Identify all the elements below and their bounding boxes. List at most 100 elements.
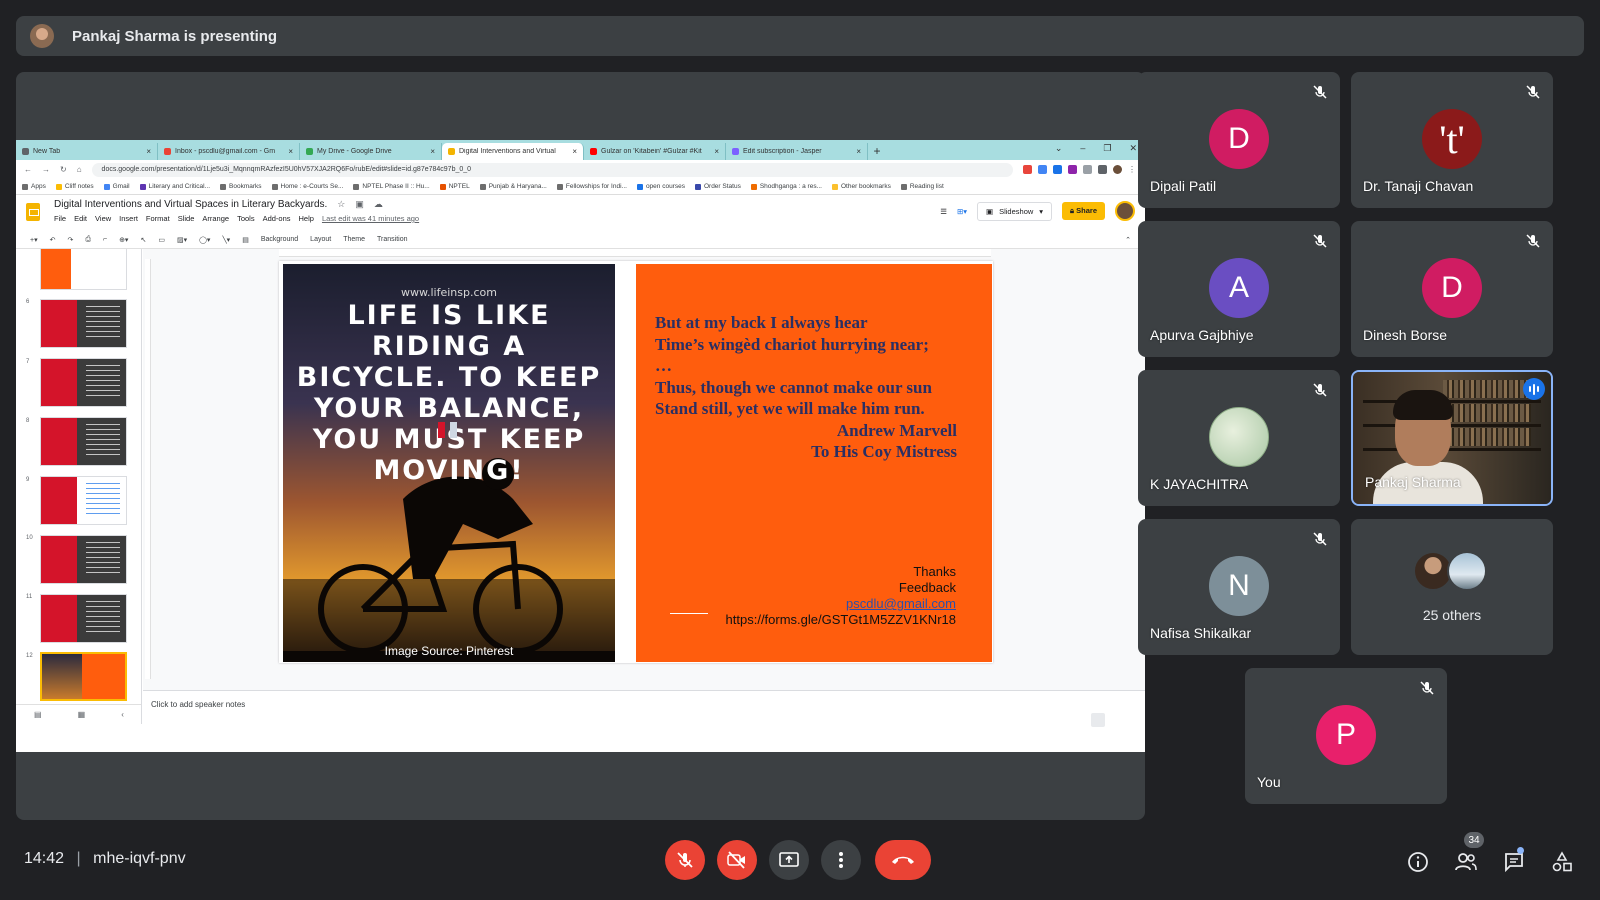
collapse-icon[interactable]: ⌃ (1125, 236, 1131, 244)
close-tab-icon[interactable]: × (714, 147, 719, 156)
restore-icon[interactable]: ❐ (1103, 143, 1111, 154)
paint-format-icon[interactable]: ⌐ (103, 236, 107, 243)
slide-thumbnail[interactable] (40, 594, 127, 643)
extension-icon[interactable] (1083, 165, 1092, 174)
profile-icon[interactable] (1113, 165, 1122, 174)
move-folder-icon[interactable]: ▣ (355, 199, 364, 210)
slide-thumbnail[interactable] (40, 476, 127, 525)
self-tile[interactable]: P You (1245, 668, 1447, 804)
menu-format[interactable]: Format (146, 214, 170, 223)
close-tab-icon[interactable]: × (430, 147, 435, 156)
bookmark-item[interactable]: Apps (22, 183, 46, 190)
star-icon[interactable]: ☆ (337, 199, 345, 210)
bookmark-item[interactable]: NPTEL (439, 183, 470, 190)
bookmark-item[interactable]: Order Status (694, 183, 741, 190)
bookmark-item[interactable]: Fellowships for Indi... (556, 183, 627, 190)
new-tab-button[interactable]: + (868, 143, 886, 160)
slide-thumbnail[interactable] (40, 358, 127, 407)
slide-thumbnail[interactable] (40, 417, 127, 466)
people-button[interactable] (1454, 850, 1478, 874)
document-title[interactable]: Digital Interventions and Virtual Spaces… (54, 199, 327, 210)
bookmark-item[interactable]: Other bookmarks (831, 183, 891, 190)
slideshow-button[interactable]: ▣ Slideshow ▾ (977, 201, 1053, 221)
participant-tile[interactable]: A Apurva Gajbhiye (1138, 221, 1340, 357)
slide-thumbnail[interactable] (40, 299, 127, 348)
transition-button[interactable]: Transition (377, 236, 407, 243)
background-button[interactable]: Background (261, 236, 298, 243)
grid-view-icon[interactable]: ▦ (78, 710, 86, 719)
puzzle-icon[interactable] (1098, 165, 1107, 174)
last-edit-link[interactable]: Last edit was 41 minutes ago (322, 214, 419, 223)
bookmark-item[interactable]: open courses (636, 183, 685, 190)
meeting-details-button[interactable] (1406, 850, 1430, 874)
bookmark-item[interactable]: Home : e-Courts Se... (271, 183, 343, 190)
present-options-icon[interactable]: ⊞▾ (957, 207, 967, 216)
slide-thumbnail[interactable] (40, 535, 127, 584)
menu-help[interactable]: Help (299, 214, 314, 223)
back-icon[interactable]: ← (24, 165, 32, 174)
menu-insert[interactable]: Insert (119, 214, 138, 223)
menu-tools[interactable]: Tools (237, 214, 255, 223)
select-icon[interactable]: ↖ (140, 236, 146, 244)
close-tab-icon[interactable]: × (572, 147, 577, 156)
extension-icon[interactable] (1038, 165, 1047, 174)
bookmark-item[interactable]: Reading list (900, 183, 944, 190)
menu-slide[interactable]: Slide (178, 214, 195, 223)
present-screen-button[interactable] (769, 840, 809, 880)
activities-button[interactable] (1550, 850, 1574, 874)
menu-arrange[interactable]: Arrange (202, 214, 229, 223)
minimize-icon[interactable]: – (1080, 143, 1085, 154)
others-tile[interactable]: 25 others (1351, 519, 1553, 655)
current-slide[interactable]: www.lifeinsp.com LIFE IS LIKE RIDING A B… (279, 261, 993, 663)
redo-icon[interactable]: ↷ (67, 236, 73, 244)
print-icon[interactable]: ⎙ (85, 236, 91, 244)
textbox-icon[interactable]: ▭ (158, 236, 165, 244)
speaker-notes[interactable]: Click to add speaker notes (143, 690, 1145, 727)
menu-view[interactable]: View (95, 214, 111, 223)
share-button[interactable]: 🔒︎ Share (1062, 202, 1105, 220)
close-tab-icon[interactable]: × (288, 147, 293, 156)
forward-icon[interactable]: → (42, 165, 50, 174)
extension-icon[interactable] (1023, 165, 1032, 174)
participant-tile[interactable]: D Dipali Patil (1138, 72, 1340, 208)
chevron-down-icon[interactable]: ▾ (1039, 207, 1043, 216)
reload-icon[interactable]: ↻ (60, 165, 67, 174)
slide-thumbnail[interactable] (40, 249, 127, 290)
close-tab-icon[interactable]: × (856, 147, 861, 156)
browser-tab[interactable]: Gulzar on 'Kitabein' #Gulzar #Kit × (584, 143, 726, 160)
leave-call-button[interactable] (875, 840, 931, 880)
participant-tile-speaking[interactable]: Pankaj Sharma (1351, 370, 1553, 506)
new-slide-icon[interactable]: +▾ (30, 236, 38, 244)
cloud-icon[interactable]: ☁ (374, 199, 383, 210)
bookmark-item[interactable]: Shodhganga : a res... (750, 183, 822, 190)
participant-tile[interactable]: 't' Dr. Tanaji Chavan (1351, 72, 1553, 208)
browser-tab-active[interactable]: Digital Interventions and Virtual × (442, 143, 584, 160)
home-icon[interactable]: ⌂ (77, 165, 82, 174)
extension-icon[interactable] (1053, 165, 1062, 174)
close-tab-icon[interactable]: × (146, 147, 151, 156)
comment-add-icon[interactable]: ▤ (242, 236, 249, 244)
undo-icon[interactable]: ↶ (50, 236, 56, 244)
zoom-icon[interactable]: ⊕▾ (119, 236, 128, 244)
slide-thumbnail-selected[interactable] (40, 652, 127, 701)
theme-button[interactable]: Theme (343, 236, 365, 243)
bookmark-item[interactable]: Punjab & Haryana... (479, 183, 547, 190)
browser-tab[interactable]: My Drive - Google Drive × (300, 143, 442, 160)
browser-tab[interactable]: Edit subscription - Jasper × (726, 143, 868, 160)
bookmark-item[interactable]: Bookmarks (220, 183, 262, 190)
image-icon[interactable]: ▨▾ (177, 236, 187, 244)
filmstrip-view-icon[interactable]: ▤ (34, 710, 42, 719)
shape-icon[interactable]: ◯▾ (199, 236, 210, 244)
browser-tab[interactable]: New Tab × (16, 143, 158, 160)
form-link[interactable]: https://forms.gle/GSTGt1M5ZZV1KNr18 (726, 612, 956, 628)
browser-tab[interactable]: Inbox - pscdlu@gmail.com - Gm × (158, 143, 300, 160)
bookmark-item[interactable]: NPTEL Phase II :: Hu... (353, 183, 430, 190)
participant-tile[interactable]: D Dinesh Borse (1351, 221, 1553, 357)
menu-file[interactable]: File (54, 214, 66, 223)
menu-addons[interactable]: Add-ons (263, 214, 291, 223)
microphone-button[interactable] (665, 840, 705, 880)
explore-icon[interactable] (1091, 713, 1105, 727)
line-icon[interactable]: ╲▾ (222, 236, 230, 244)
url-bar[interactable]: docs.google.com/presentation/d/1Lje5u3i_… (91, 162, 1013, 177)
account-avatar[interactable] (1115, 201, 1135, 221)
